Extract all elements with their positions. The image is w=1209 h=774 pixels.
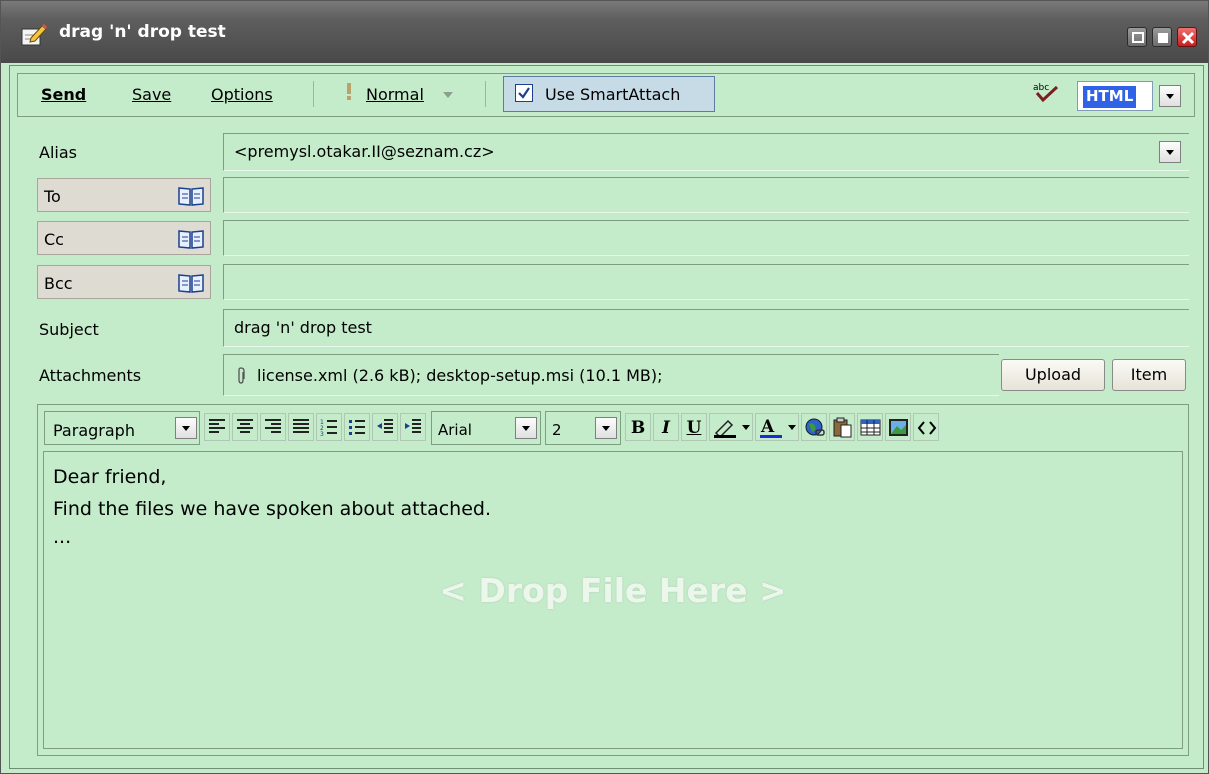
highlight-color-button[interactable] bbox=[709, 413, 753, 441]
body-line: ... bbox=[53, 526, 72, 548]
outdent-icon bbox=[377, 419, 393, 433]
align-right-icon bbox=[265, 419, 281, 433]
options-button[interactable]: Options bbox=[211, 85, 273, 104]
highlighter-icon bbox=[714, 419, 750, 439]
toolbar-separator bbox=[485, 81, 486, 107]
subject-label: Subject bbox=[39, 320, 99, 339]
font-size-value: 2 bbox=[552, 421, 562, 439]
format-select[interactable]: HTML bbox=[1077, 81, 1153, 111]
minimize-button[interactable] bbox=[1127, 27, 1147, 47]
justify-button[interactable] bbox=[288, 413, 314, 441]
alias-label: Alias bbox=[39, 143, 77, 162]
alias-select[interactable]: <premysl.otakar.II@seznam.cz> bbox=[223, 133, 1189, 171]
send-button[interactable]: Send bbox=[41, 85, 86, 104]
table-icon bbox=[860, 419, 881, 436]
paste-button[interactable] bbox=[829, 413, 855, 441]
align-left-button[interactable] bbox=[204, 413, 230, 441]
underline-label: U bbox=[686, 418, 702, 438]
bullet-list-icon bbox=[349, 420, 365, 435]
svg-text:3: 3 bbox=[320, 431, 324, 437]
indent-icon bbox=[405, 419, 421, 433]
maximize-button[interactable] bbox=[1152, 27, 1172, 47]
image-icon bbox=[889, 419, 908, 436]
format-select-value: HTML bbox=[1083, 86, 1137, 108]
body-line: Find the files we have spoken about atta… bbox=[53, 498, 491, 520]
justify-icon bbox=[293, 419, 309, 433]
italic-button[interactable]: I bbox=[653, 413, 679, 441]
drop-zone-hint[interactable]: < Drop File Here > bbox=[373, 571, 853, 610]
subject-value: drag 'n' drop test bbox=[234, 318, 372, 337]
bold-button[interactable]: B bbox=[625, 413, 651, 441]
alias-value: <premysl.otakar.II@seznam.cz> bbox=[234, 142, 495, 161]
globe-link-icon bbox=[805, 418, 825, 436]
compose-pencil-icon bbox=[21, 24, 47, 46]
font-color-icon: A bbox=[760, 417, 796, 438]
close-icon bbox=[1181, 31, 1195, 45]
svg-text:abc: abc bbox=[1033, 83, 1049, 93]
address-book-icon bbox=[178, 230, 204, 249]
insert-link-button[interactable] bbox=[801, 413, 827, 441]
chevron-down-icon bbox=[443, 92, 453, 98]
bcc-label: Bcc bbox=[44, 274, 73, 293]
smartattach-checkbox[interactable] bbox=[515, 84, 533, 102]
address-book-icon bbox=[178, 187, 204, 206]
priority-icon bbox=[347, 83, 351, 100]
to-label: To bbox=[44, 187, 61, 206]
upload-button[interactable]: Upload bbox=[1001, 359, 1105, 391]
font-family-value: Arial bbox=[438, 421, 472, 439]
paragraph-dropdown-button[interactable] bbox=[175, 417, 197, 439]
outdent-button[interactable] bbox=[372, 413, 398, 441]
insert-image-button[interactable] bbox=[885, 413, 911, 441]
cc-input[interactable] bbox=[223, 220, 1189, 256]
window-title: drag 'n' drop test bbox=[59, 22, 226, 42]
italic-label: I bbox=[662, 418, 670, 438]
priority-dropdown[interactable]: Normal bbox=[366, 85, 424, 104]
title-bar[interactable]: drag 'n' drop test bbox=[1, 1, 1208, 63]
smartattach-label: Use SmartAttach bbox=[545, 85, 681, 104]
to-input[interactable] bbox=[223, 177, 1189, 213]
subject-input[interactable]: drag 'n' drop test bbox=[223, 309, 1189, 347]
align-center-icon bbox=[237, 419, 253, 433]
paperclip-icon bbox=[238, 367, 245, 384]
compose-window: drag 'n' drop test Send Save Options Nor… bbox=[0, 0, 1209, 774]
indent-button[interactable] bbox=[400, 413, 426, 441]
attachments-value: license.xml (2.6 kB); desktop-setup.msi … bbox=[257, 366, 663, 385]
spellcheck-icon[interactable]: abc bbox=[1033, 81, 1059, 103]
font-size-dropdown-button[interactable] bbox=[595, 417, 617, 439]
bcc-input[interactable] bbox=[223, 264, 1189, 300]
font-color-button[interactable]: A bbox=[755, 413, 799, 441]
insert-table-button[interactable] bbox=[857, 413, 883, 441]
numbered-list-icon: 123 bbox=[320, 419, 337, 437]
bullet-list-button[interactable] bbox=[344, 413, 370, 441]
svg-text:A: A bbox=[760, 417, 775, 437]
source-code-button[interactable] bbox=[913, 413, 939, 441]
attachments-field[interactable]: license.xml (2.6 kB); desktop-setup.msi … bbox=[223, 354, 999, 396]
cc-label: Cc bbox=[44, 230, 64, 249]
save-button[interactable]: Save bbox=[132, 85, 171, 104]
to-button[interactable]: To bbox=[37, 178, 211, 212]
paragraph-style-value: Paragraph bbox=[53, 421, 135, 440]
clipboard-icon bbox=[833, 417, 852, 438]
align-center-button[interactable] bbox=[232, 413, 258, 441]
attachments-label: Attachments bbox=[39, 366, 142, 385]
body-line: Dear friend, bbox=[53, 466, 167, 488]
bcc-button[interactable]: Bcc bbox=[37, 265, 211, 299]
cc-button[interactable]: Cc bbox=[37, 221, 211, 255]
font-family-dropdown-button[interactable] bbox=[515, 417, 537, 439]
close-button[interactable] bbox=[1177, 27, 1197, 47]
address-book-icon bbox=[178, 274, 204, 293]
minimize-icon bbox=[1132, 32, 1144, 43]
align-right-button[interactable] bbox=[260, 413, 286, 441]
bold-label: B bbox=[630, 418, 646, 438]
checkmark-icon bbox=[518, 87, 530, 99]
code-icon bbox=[917, 421, 937, 435]
underline-button[interactable]: U bbox=[681, 413, 707, 441]
format-dropdown-button[interactable] bbox=[1159, 85, 1181, 107]
item-button[interactable]: Item bbox=[1112, 359, 1186, 391]
numbered-list-button[interactable]: 123 bbox=[316, 413, 342, 441]
maximize-icon bbox=[1158, 33, 1168, 43]
alias-dropdown-button[interactable] bbox=[1159, 141, 1181, 163]
toolbar-separator bbox=[313, 81, 314, 107]
align-left-icon bbox=[209, 419, 225, 433]
